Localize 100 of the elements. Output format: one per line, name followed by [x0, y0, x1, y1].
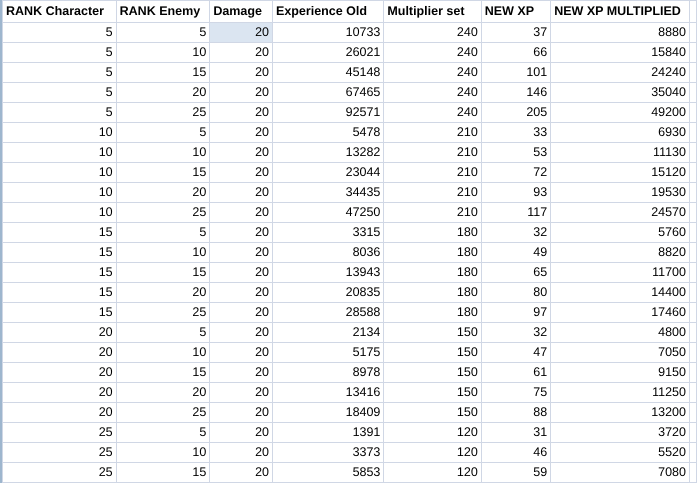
table-cell[interactable]: 26021 — [272, 42, 384, 62]
table-cell[interactable]: 10 — [116, 442, 210, 462]
table-cell[interactable]: 5853 — [272, 462, 384, 482]
table-cell[interactable]: 20 — [210, 162, 272, 182]
table-cell[interactable]: 18409 — [272, 402, 384, 422]
table-cell[interactable]: 20835 — [272, 282, 384, 302]
table-cell[interactable]: 5 — [116, 422, 210, 442]
table-cell[interactable]: 5760 — [550, 222, 690, 242]
table-cell[interactable]: 13943 — [272, 262, 384, 282]
table-cell[interactable]: 20 — [210, 342, 272, 362]
table-cell[interactable]: 120 — [384, 442, 482, 462]
table-cell[interactable]: 32 — [481, 322, 551, 342]
table-cell[interactable]: 10 — [116, 242, 210, 262]
table-cell[interactable]: 20 — [2, 322, 116, 342]
table-cell[interactable]: 3315 — [272, 222, 384, 242]
table-cell[interactable]: 88 — [481, 402, 551, 422]
table-cell[interactable]: 240 — [384, 42, 482, 62]
table-cell[interactable]: 7050 — [550, 342, 690, 362]
table-cell[interactable]: 20 — [116, 282, 210, 302]
table-cell[interactable]: 47 — [481, 342, 551, 362]
table-cell[interactable]: 37 — [481, 22, 551, 42]
table-cell[interactable]: 20 — [116, 182, 210, 202]
table-cell[interactable]: 15120 — [550, 162, 690, 182]
table-cell[interactable]: 5 — [2, 22, 116, 42]
table-cell[interactable]: 150 — [384, 362, 482, 382]
table-cell[interactable]: 20 — [2, 402, 116, 422]
table-cell[interactable]: 210 — [384, 182, 482, 202]
table-cell[interactable]: 20 — [2, 382, 116, 402]
table-cell[interactable]: 10 — [116, 342, 210, 362]
table-cell[interactable]: 240 — [384, 22, 482, 42]
table-cell[interactable]: 53 — [481, 142, 551, 162]
table-cell[interactable]: 5 — [2, 42, 116, 62]
table-cell[interactable]: 20 — [210, 262, 272, 282]
table-cell[interactable]: 8978 — [272, 362, 384, 382]
table-cell[interactable]: 5 — [2, 82, 116, 102]
table-cell[interactable]: 20 — [210, 462, 272, 482]
table-cell[interactable]: 15 — [116, 362, 210, 382]
table-cell[interactable]: 61 — [481, 362, 551, 382]
table-cell[interactable]: 7080 — [550, 462, 690, 482]
table-cell[interactable]: 20 — [210, 322, 272, 342]
table-cell[interactable]: 4800 — [550, 322, 690, 342]
table-cell[interactable]: 6930 — [550, 122, 690, 142]
table-cell[interactable]: 33 — [481, 122, 551, 142]
table-cell[interactable]: 210 — [384, 122, 482, 142]
table-cell[interactable]: 14400 — [550, 282, 690, 302]
table-cell[interactable]: 13200 — [550, 402, 690, 422]
table-cell[interactable]: 20 — [210, 382, 272, 402]
table-cell[interactable]: 25 — [2, 462, 116, 482]
table-cell[interactable]: 24240 — [550, 62, 690, 82]
table-cell[interactable]: 49200 — [550, 102, 690, 122]
table-cell[interactable]: 5 — [116, 122, 210, 142]
table-cell[interactable]: 180 — [384, 282, 482, 302]
table-cell[interactable]: 5 — [116, 222, 210, 242]
table-cell[interactable]: 20 — [2, 362, 116, 382]
table-cell[interactable]: 180 — [384, 242, 482, 262]
table-cell[interactable]: 20 — [210, 142, 272, 162]
table-cell[interactable]: 47250 — [272, 202, 384, 222]
table-cell[interactable]: 8036 — [272, 242, 384, 262]
table-cell[interactable]: 93 — [481, 182, 551, 202]
table-cell[interactable]: 25 — [116, 402, 210, 422]
table-cell[interactable]: 15 — [2, 222, 116, 242]
table-cell[interactable]: 80 — [481, 282, 551, 302]
table-cell[interactable]: 150 — [384, 402, 482, 422]
table-cell[interactable]: 15 — [116, 62, 210, 82]
table-cell[interactable]: 13416 — [272, 382, 384, 402]
table-cell[interactable]: 8880 — [550, 22, 690, 42]
table-cell[interactable]: 2134 — [272, 322, 384, 342]
table-cell[interactable]: 19530 — [550, 182, 690, 202]
table-cell[interactable]: 11130 — [550, 142, 690, 162]
table-cell[interactable]: 46 — [481, 442, 551, 462]
table-cell[interactable]: 180 — [384, 262, 482, 282]
table-cell[interactable]: 20 — [210, 442, 272, 462]
table-cell[interactable]: 25 — [116, 202, 210, 222]
table-cell[interactable]: 25 — [116, 102, 210, 122]
table-cell[interactable]: 10733 — [272, 22, 384, 42]
table-cell[interactable]: 117 — [481, 202, 551, 222]
table-cell[interactable]: 25 — [2, 442, 116, 462]
table-cell[interactable]: 3720 — [550, 422, 690, 442]
table-cell[interactable]: 20 — [210, 82, 272, 102]
table-cell[interactable]: 20 — [210, 242, 272, 262]
table-cell[interactable]: 9150 — [550, 362, 690, 382]
table-cell[interactable]: 180 — [384, 302, 482, 322]
table-cell[interactable]: 15840 — [550, 42, 690, 62]
table-cell[interactable]: 20 — [116, 82, 210, 102]
table-cell[interactable]: 20 — [210, 282, 272, 302]
table-cell[interactable]: 20 — [116, 382, 210, 402]
table-cell[interactable]: 150 — [384, 342, 482, 362]
table-cell[interactable]: 180 — [384, 222, 482, 242]
table-cell[interactable]: 11700 — [550, 262, 690, 282]
table-cell[interactable]: 10 — [2, 202, 116, 222]
table-cell[interactable]: 35040 — [550, 82, 690, 102]
table-cell[interactable]: 97 — [481, 302, 551, 322]
table-cell[interactable]: 5 — [116, 22, 210, 42]
table-cell[interactable]: 45148 — [272, 62, 384, 82]
table-cell[interactable]: 146 — [481, 82, 551, 102]
table-cell[interactable]: 5175 — [272, 342, 384, 362]
table-cell[interactable]: 101 — [481, 62, 551, 82]
table-cell[interactable]: 72 — [481, 162, 551, 182]
table-cell[interactable]: 240 — [384, 82, 482, 102]
table-cell[interactable]: 17460 — [550, 302, 690, 322]
